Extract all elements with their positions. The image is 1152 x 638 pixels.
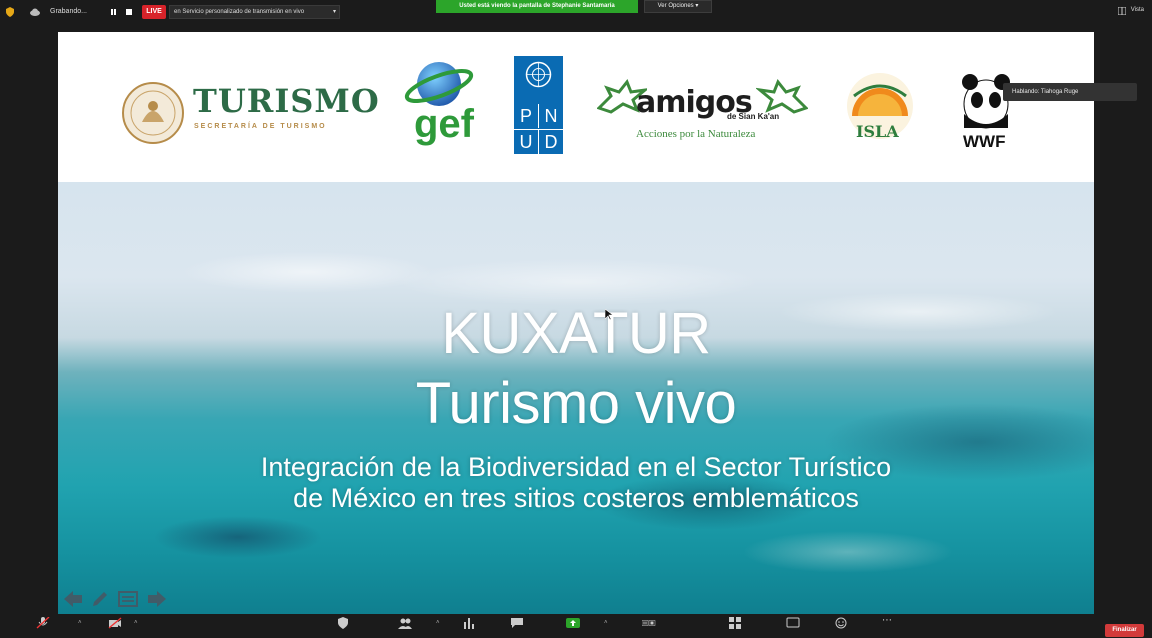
pnud-letter: U <box>514 129 539 154</box>
subtitles-icon[interactable] <box>786 617 800 629</box>
stream-service-label: en Servicio personalizado de transmisión… <box>174 9 305 15</box>
chevron-up-icon[interactable]: ˄ <box>134 620 138 626</box>
chevron-down-icon: ▾ <box>695 3 699 9</box>
video-off-icon[interactable] <box>108 617 122 629</box>
reactions-icon[interactable] <box>834 617 848 629</box>
pause-share-icon[interactable] <box>642 617 656 629</box>
isla-logo-text: ISLA <box>856 122 899 141</box>
slide-title: KUXATUR <box>441 301 711 366</box>
pnud-logo: P N U D <box>514 56 563 154</box>
chat-icon[interactable] <box>510 617 524 629</box>
turismo-logo-subtitle: SECRETARÍA DE TURISMO <box>194 123 327 130</box>
pnud-letter: D <box>539 129 563 154</box>
share-screen-icon[interactable] <box>566 617 580 629</box>
mouse-pointer-icon <box>605 309 613 321</box>
pause-recording-icon-bar[interactable] <box>114 9 116 15</box>
slide-menu-icon[interactable] <box>117 588 139 610</box>
stop-recording-icon[interactable] <box>126 9 132 15</box>
view-label[interactable]: Vista <box>1131 7 1144 13</box>
participants-icon[interactable] <box>398 617 412 629</box>
breakout-rooms-icon[interactable] <box>728 617 742 629</box>
meeting-top-bar: Grabando... LIVE en Servicio personaliza… <box>0 0 1152 26</box>
mexico-coat-of-arms-logo <box>122 82 184 144</box>
pause-recording-icon[interactable] <box>111 9 113 15</box>
amigos-bird-glyph-icon <box>756 79 808 114</box>
slide-subtitle-line1: Integración de la Biodiversidad en el Se… <box>260 452 892 482</box>
screen-share-banner: Usted está viendo la pantalla de Stephan… <box>436 0 638 13</box>
more-options-icon[interactable]: ⋯ <box>882 615 892 626</box>
stream-service-dropdown[interactable]: en Servicio personalizado de transmisión… <box>169 5 340 19</box>
amigos-logo-subtitle: de Sian Ka'an <box>727 112 780 121</box>
polls-icon[interactable] <box>462 617 476 629</box>
chevron-up-icon[interactable]: ˄ <box>78 620 82 626</box>
chevron-up-icon[interactable]: ˄ <box>604 620 608 626</box>
recording-cloud-icon <box>30 8 40 16</box>
security-shield-icon[interactable] <box>6 7 14 17</box>
amigos-logo-tagline: Acciones por la Naturaleza <box>636 128 756 140</box>
active-speaker-label: Hablando: Tiahoga Ruge <box>1003 83 1137 101</box>
un-emblem-icon <box>525 61 552 88</box>
security-icon[interactable] <box>336 617 350 629</box>
sponsor-logo-strip: TURISMO SECRETARÍA DE TURISMO gef P N U … <box>58 32 1094 182</box>
view-options-label: Ver Opciones <box>657 3 694 9</box>
slide-subtitle-line2: de México en tres sitios costeros emblem… <box>293 483 859 513</box>
slide-subtitle: Integración de la Biodiversidad en el Se… <box>58 452 1094 514</box>
gef-logo-text: gef <box>414 102 474 146</box>
view-options-button[interactable]: Ver Opciones ▾ <box>644 0 712 13</box>
meeting-bottom-toolbar: ˄ ˄ ˄ ˄ ⋯ <box>0 614 1152 638</box>
turismo-logo-text: TURISMO <box>193 82 380 120</box>
next-slide-arrow-icon[interactable] <box>146 588 168 610</box>
wwf-logo-text: WWF <box>963 132 1006 151</box>
pen-annotation-icon[interactable] <box>89 588 111 610</box>
pnud-letter: P <box>514 104 539 128</box>
chevron-up-icon[interactable]: ˄ <box>436 620 440 626</box>
end-meeting-button[interactable]: Finalizar <box>1105 624 1144 637</box>
view-grid-icon[interactable] <box>1118 7 1126 15</box>
previous-slide-arrow-icon[interactable] <box>62 588 84 610</box>
microphone-muted-icon[interactable] <box>36 617 50 629</box>
pnud-letter: N <box>544 106 558 126</box>
slide-title-line2: Turismo vivo <box>415 371 737 436</box>
chevron-down-icon: ▾ <box>332 9 336 15</box>
recording-status: Grabando... <box>50 8 87 15</box>
shared-presentation-slide: TURISMO SECRETARÍA DE TURISMO gef P N U … <box>58 32 1094 614</box>
live-badge: LIVE <box>142 5 166 19</box>
